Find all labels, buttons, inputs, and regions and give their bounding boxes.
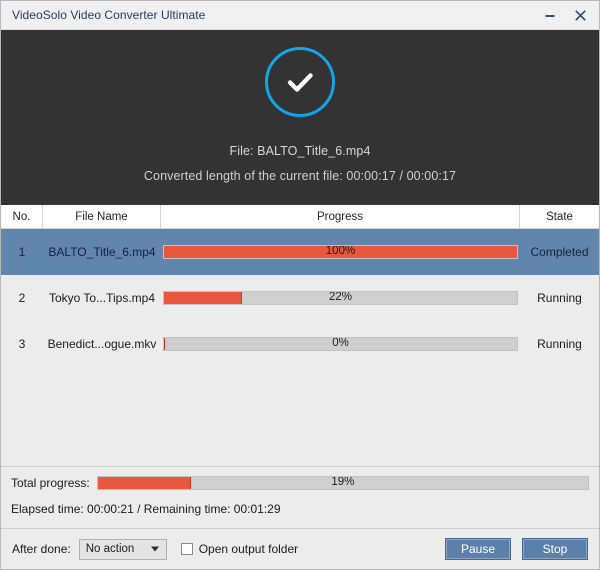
total-progress-row: Total progress: 19% xyxy=(11,476,589,490)
title-bar: VideoSolo Video Converter Ultimate xyxy=(1,1,599,30)
chevron-down-icon xyxy=(150,546,159,552)
row-number: 1 xyxy=(18,245,26,259)
window-title: VideoSolo Video Converter Ultimate xyxy=(12,8,206,22)
progress-label: 22% xyxy=(328,291,353,304)
table-row[interactable]: 2 Tokyo To...Tips.mp4 22% Running xyxy=(1,275,599,321)
progress-label: 0% xyxy=(332,337,349,350)
status-panel: File: BALTO_Title_6.mp4 Converted length… xyxy=(1,30,599,205)
window-controls xyxy=(535,2,595,28)
close-icon xyxy=(574,9,586,21)
row-progress: 22% xyxy=(161,291,520,305)
column-header-file-name[interactable]: File Name xyxy=(43,205,161,228)
after-done-label: After done: xyxy=(12,542,71,556)
row-number: 2 xyxy=(18,291,26,305)
progress-label: 100% xyxy=(325,245,356,258)
elapsed-remaining-label: Elapsed time: 00:00:21 / Remaining time:… xyxy=(11,502,281,516)
table-row[interactable]: 3 Benedict...ogue.mkv 0% Running xyxy=(1,321,599,367)
total-progress-label: Total progress: xyxy=(11,476,90,490)
table-row[interactable]: 1 BALTO_Title_6.mp4 100% Completed xyxy=(1,229,599,275)
current-file-label: File: BALTO_Title_6.mp4 xyxy=(229,144,371,158)
progress-bar: 100% xyxy=(163,245,518,259)
column-header-state[interactable]: State xyxy=(520,205,599,228)
column-header-no[interactable]: No. xyxy=(1,205,43,228)
footer-bar: After done: No action Open output folder… xyxy=(1,529,599,569)
after-done-value: No action xyxy=(85,543,135,555)
total-progress-value: 19% xyxy=(331,476,355,489)
stop-button[interactable]: Stop xyxy=(522,538,588,560)
row-state: Running xyxy=(537,337,582,351)
row-progress: 0% xyxy=(161,337,520,351)
progress-bar: 22% xyxy=(163,291,518,305)
checkbox-box xyxy=(180,543,193,555)
row-file-name: BALTO_Title_6.mp4 xyxy=(48,245,156,259)
total-progress-bar-wrap: 19% xyxy=(96,476,589,490)
row-number: 3 xyxy=(18,337,26,351)
conversion-list[interactable]: 1 BALTO_Title_6.mp4 100% Completed 2 Tok… xyxy=(1,229,599,467)
row-state: Completed xyxy=(530,245,589,259)
row-file-name: Tokyo To...Tips.mp4 xyxy=(48,291,156,305)
column-header-progress[interactable]: Progress xyxy=(161,205,520,228)
row-state: Running xyxy=(537,291,582,305)
close-button[interactable] xyxy=(565,2,595,28)
open-output-folder-label: Open output folder xyxy=(198,542,299,556)
totals-section: Total progress: 19% Elapsed time: 00:00:… xyxy=(1,467,599,529)
converted-length-label: Converted length of the current file: 00… xyxy=(143,169,457,183)
total-progress-bar: 19% xyxy=(96,476,589,490)
check-circle-icon xyxy=(265,47,335,117)
minimize-button[interactable] xyxy=(535,2,565,28)
app-window: VideoSolo Video Converter Ultimate File:… xyxy=(0,0,600,570)
pause-button[interactable]: Pause xyxy=(445,538,511,560)
row-progress: 100% xyxy=(161,245,520,259)
table-header: No. File Name Progress State xyxy=(1,205,599,229)
progress-bar: 0% xyxy=(163,337,518,351)
open-output-folder-checkbox[interactable]: Open output folder xyxy=(180,542,299,556)
checkmark-icon xyxy=(287,73,313,92)
row-file-name: Benedict...ogue.mkv xyxy=(47,337,157,351)
after-done-select[interactable]: No action xyxy=(78,538,167,560)
minimize-icon xyxy=(545,15,555,17)
